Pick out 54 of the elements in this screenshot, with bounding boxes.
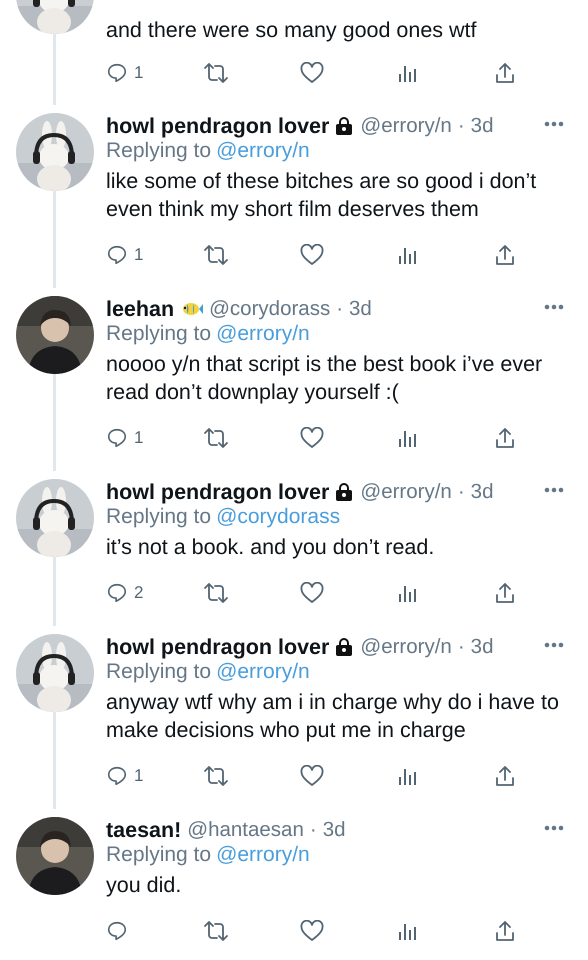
speech-bubble-icon (106, 765, 128, 787)
heart-icon[interactable] (300, 920, 324, 942)
retweet-icon[interactable] (203, 62, 229, 84)
timestamp: 3d (349, 296, 372, 322)
separator-dot: · (458, 634, 465, 660)
reply-button[interactable]: 1 (106, 242, 144, 268)
more-options-icon[interactable] (544, 642, 564, 648)
share-icon[interactable] (494, 920, 516, 942)
speech-bubble-icon (106, 920, 128, 942)
share-icon[interactable] (494, 765, 516, 787)
speech-bubble-icon (106, 244, 128, 266)
reply-button[interactable]: 1 (106, 763, 144, 789)
reply-button[interactable]: 1 (106, 60, 144, 86)
speech-bubble-icon (106, 582, 128, 604)
reply-button[interactable]: 1 (106, 425, 144, 451)
share-icon[interactable] (494, 62, 516, 84)
heart-icon[interactable] (300, 62, 324, 84)
more-options-icon[interactable] (544, 304, 564, 310)
more-options-icon[interactable] (544, 487, 564, 493)
user-handle: @errory/n (360, 112, 452, 139)
separator-dot: · (310, 816, 317, 843)
tweet-text: and there were so many good ones wtf (106, 17, 478, 44)
more-options-icon[interactable] (544, 121, 564, 127)
share-icon[interactable] (494, 582, 516, 604)
tweet-text: noooo y/n that script is the best book i’ve ever read don’t downplay yourself :( (106, 351, 544, 406)
more-options-icon[interactable] (544, 825, 564, 831)
reply-button[interactable] (106, 920, 128, 942)
timestamp: 3d (322, 816, 346, 843)
separator-dot: · (336, 296, 344, 322)
timestamp: 3d (470, 634, 494, 660)
speech-bubble-icon (106, 427, 128, 449)
separator-dot: · (458, 112, 465, 139)
heart-icon[interactable] (300, 582, 324, 604)
separator-dot: · (458, 478, 465, 505)
retweet-icon[interactable] (203, 765, 229, 787)
tweet-text: anyway wtf why am i in charge why do i have to make decisions who put me in charge (106, 689, 560, 744)
heart-icon[interactable] (300, 244, 324, 266)
retweet-icon[interactable] (203, 582, 229, 604)
timestamp: 3d (470, 478, 494, 505)
user-handle: @errory/n (360, 478, 452, 505)
tweet-text: you did. (106, 872, 182, 899)
retweet-icon[interactable] (203, 920, 229, 942)
speech-bubble-icon (106, 62, 128, 84)
retweet-icon[interactable] (203, 244, 229, 266)
retweet-icon[interactable] (203, 427, 229, 449)
user-handle: @errory/n (360, 634, 452, 660)
share-icon[interactable] (494, 427, 516, 449)
tweet-text: it’s not a book. and you don’t read. (106, 534, 436, 561)
timestamp: 3d (470, 112, 494, 139)
share-icon[interactable] (494, 244, 516, 266)
reply-button[interactable]: 2 (106, 580, 144, 606)
tweet-text: like some of these bitches are so good i don’t even think my short film deserves them (106, 168, 538, 223)
heart-icon[interactable] (300, 427, 324, 449)
heart-icon[interactable] (300, 765, 324, 787)
